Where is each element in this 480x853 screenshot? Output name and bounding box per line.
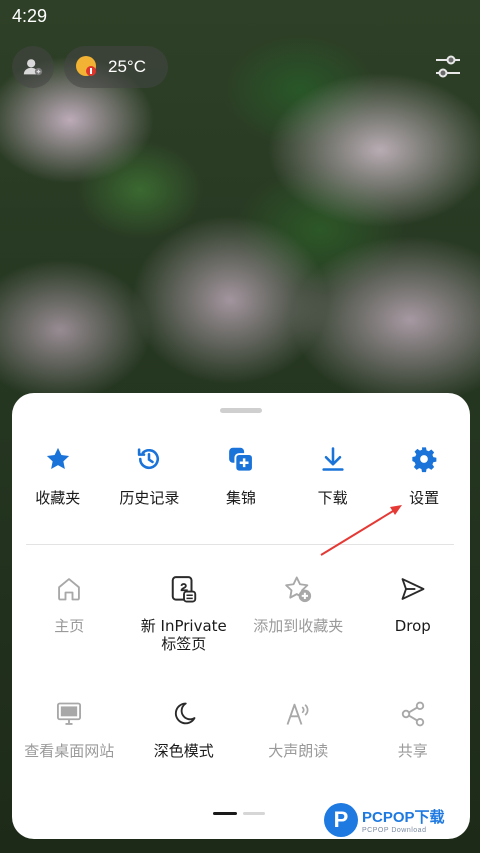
sliders-icon[interactable] [434, 54, 462, 80]
share-label: 共享 [397, 742, 428, 760]
watermark-text: PCPOP下载 [362, 809, 445, 826]
settings-button[interactable]: 设置 [378, 443, 470, 513]
drop-button[interactable]: Drop [356, 573, 471, 698]
moon-icon [174, 702, 196, 725]
desktop-site-label: 查看桌面网站 [24, 742, 115, 760]
downloads-label: 下载 [317, 489, 348, 507]
profile-icon [23, 59, 43, 76]
menu-grid: 主页 新 InPrivate 标签页 添加到收藏夹 Drop 查看桌面网站 深色… [12, 573, 470, 823]
new-inprivate-tab-label: 新 InPrivate 标签页 [140, 617, 227, 653]
gear-icon [412, 447, 437, 473]
dark-mode-label: 深色模式 [153, 742, 214, 760]
add-to-favorites-label: 添加到收藏夹 [253, 617, 344, 635]
star-icon [46, 447, 69, 470]
share-icon [401, 701, 424, 727]
settings-label: 设置 [409, 489, 440, 507]
status-time: 4:29 [12, 6, 48, 26]
collections-button[interactable]: 集锦 [195, 443, 287, 513]
inprivate-tab-icon [171, 576, 196, 603]
collections-icon [229, 447, 254, 473]
read-aloud-icon [286, 703, 309, 725]
add-favorite-icon [285, 576, 312, 603]
site-watermark: P PCPOP下载 PCPOP Download [324, 795, 474, 845]
new-inprivate-tab-button[interactable]: 新 InPrivate 标签页 [127, 573, 242, 698]
home-button[interactable]: 主页 [12, 573, 127, 698]
downloads-button[interactable]: 下载 [287, 443, 379, 513]
page-dot-inactive[interactable] [243, 812, 265, 815]
history-label: 历史记录 [119, 489, 180, 507]
menu-divider [26, 544, 454, 545]
dark-mode-button[interactable]: 深色模式 [127, 698, 242, 823]
history-icon [138, 448, 160, 470]
history-button[interactable]: 历史记录 [104, 443, 196, 513]
read-aloud-label: 大声朗读 [268, 742, 329, 760]
drop-label: Drop [394, 617, 431, 635]
browser-menu-sheet: 收藏夹 历史记录 集锦 下载 设置 主页 新 InPrivate 标签页 添加到… [12, 393, 470, 839]
desktop-site-button[interactable]: 查看桌面网站 [12, 698, 127, 823]
page-dot-active[interactable] [213, 812, 237, 815]
weather-icon [76, 56, 96, 76]
watermark-subtext: PCPOP Download [362, 827, 427, 834]
home-icon [58, 578, 81, 601]
send-icon [401, 578, 425, 600]
menu-top-row: 收藏夹 历史记录 集锦 下载 设置 [12, 443, 470, 513]
watermark-logo: P [324, 803, 358, 837]
favorites-label: 收藏夹 [35, 489, 81, 507]
home-label: 主页 [54, 617, 85, 635]
collections-label: 集锦 [225, 489, 256, 507]
download-icon [321, 447, 344, 471]
profile-button[interactable] [12, 46, 54, 88]
weather-widget[interactable]: 25°C [64, 46, 168, 88]
add-to-favorites-button[interactable]: 添加到收藏夹 [241, 573, 356, 698]
desktop-icon [57, 702, 82, 725]
favorites-button[interactable]: 收藏夹 [12, 443, 104, 513]
sheet-drag-handle[interactable] [220, 408, 262, 413]
page-indicator [213, 812, 265, 815]
weather-temperature: 25°C [108, 57, 146, 76]
